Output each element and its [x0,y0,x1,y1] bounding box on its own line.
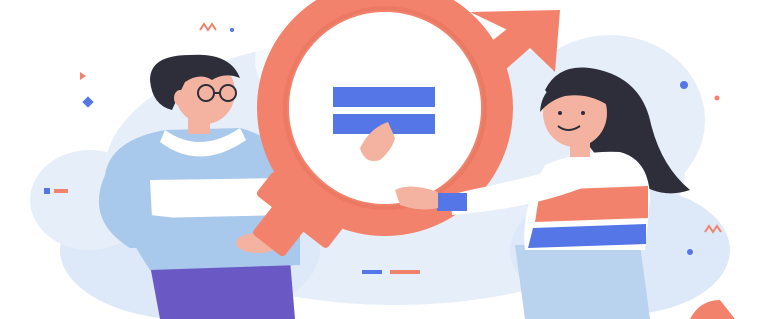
corner-shape [690,300,735,319]
gender-equality-illustration [30,0,735,319]
illustration-canvas [0,0,760,319]
